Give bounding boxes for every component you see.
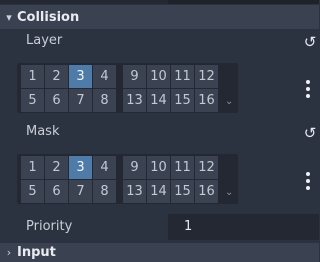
mask-bit-12[interactable]: 12 bbox=[195, 156, 218, 179]
input-section-header[interactable]: › Input bbox=[0, 243, 319, 262]
layer-revert-icon[interactable]: ↺ bbox=[302, 35, 318, 50]
mask-menu-icon[interactable] bbox=[303, 172, 313, 190]
mask-bit-10[interactable]: 10 bbox=[147, 156, 170, 179]
mask-bit-4[interactable]: 4 bbox=[93, 156, 116, 179]
layer-bit-1[interactable]: 1 bbox=[21, 65, 44, 88]
layer-bit-4[interactable]: 4 bbox=[93, 65, 116, 88]
priority-label: Priority bbox=[26, 219, 73, 234]
mask-bit-16[interactable]: 16 bbox=[195, 180, 218, 203]
mask-label: Mask bbox=[26, 124, 60, 139]
layer-bit-7[interactable]: 7 bbox=[69, 89, 92, 112]
mask-bit-6[interactable]: 6 bbox=[45, 180, 68, 203]
mask-bit-8[interactable]: 8 bbox=[93, 180, 116, 203]
mask-bits-panel: 1 2 3 4 9 10 11 12 5 6 7 8 13 14 15 16 ⌄ bbox=[17, 154, 238, 204]
top-strip bbox=[0, 0, 319, 4]
layer-bit-13[interactable]: 13 bbox=[123, 89, 146, 112]
mask-bit-13[interactable]: 13 bbox=[123, 180, 146, 203]
layer-bit-15[interactable]: 15 bbox=[171, 89, 194, 112]
layer-bit-12[interactable]: 12 bbox=[195, 65, 218, 88]
layer-bit-16[interactable]: 16 bbox=[195, 89, 218, 112]
collision-section-title: Collision bbox=[17, 9, 80, 25]
layer-menu-icon[interactable] bbox=[303, 80, 313, 98]
mask-bit-11[interactable]: 11 bbox=[171, 156, 194, 179]
layer-bit-3[interactable]: 3 bbox=[69, 65, 92, 88]
mask-bit-2[interactable]: 2 bbox=[45, 156, 68, 179]
layer-bit-5[interactable]: 5 bbox=[21, 89, 44, 112]
mask-bit-15[interactable]: 15 bbox=[171, 180, 194, 203]
mask-bit-7[interactable]: 7 bbox=[69, 180, 92, 203]
mask-bit-5[interactable]: 5 bbox=[21, 180, 44, 203]
mask-bit-14[interactable]: 14 bbox=[147, 180, 170, 203]
collision-section-header[interactable]: ▾ Collision bbox=[0, 5, 319, 29]
priority-input[interactable]: 1 bbox=[168, 214, 319, 240]
layer-bit-11[interactable]: 11 bbox=[171, 65, 194, 88]
layer-bit-2[interactable]: 2 bbox=[45, 65, 68, 88]
expand-arrow-icon: › bbox=[6, 246, 12, 259]
layer-expand-icon[interactable]: ⌄ bbox=[225, 96, 233, 107]
mask-bit-1[interactable]: 1 bbox=[21, 156, 44, 179]
input-section-title: Input bbox=[17, 245, 56, 260]
mask-bit-9[interactable]: 9 bbox=[123, 156, 146, 179]
layer-bit-10[interactable]: 10 bbox=[147, 65, 170, 88]
collapse-arrow-icon: ▾ bbox=[6, 10, 12, 24]
layer-bit-9[interactable]: 9 bbox=[123, 65, 146, 88]
layer-bit-14[interactable]: 14 bbox=[147, 89, 170, 112]
layer-bits-panel: 1 2 3 4 9 10 11 12 5 6 7 8 13 14 15 16 ⌄ bbox=[17, 63, 238, 113]
layer-bit-8[interactable]: 8 bbox=[93, 89, 116, 112]
mask-revert-icon[interactable]: ↺ bbox=[302, 126, 318, 141]
priority-value: 1 bbox=[184, 219, 193, 234]
mask-expand-icon[interactable]: ⌄ bbox=[225, 187, 233, 198]
layer-bit-6[interactable]: 6 bbox=[45, 89, 68, 112]
mask-bit-3[interactable]: 3 bbox=[69, 156, 92, 179]
layer-label: Layer bbox=[26, 33, 63, 48]
